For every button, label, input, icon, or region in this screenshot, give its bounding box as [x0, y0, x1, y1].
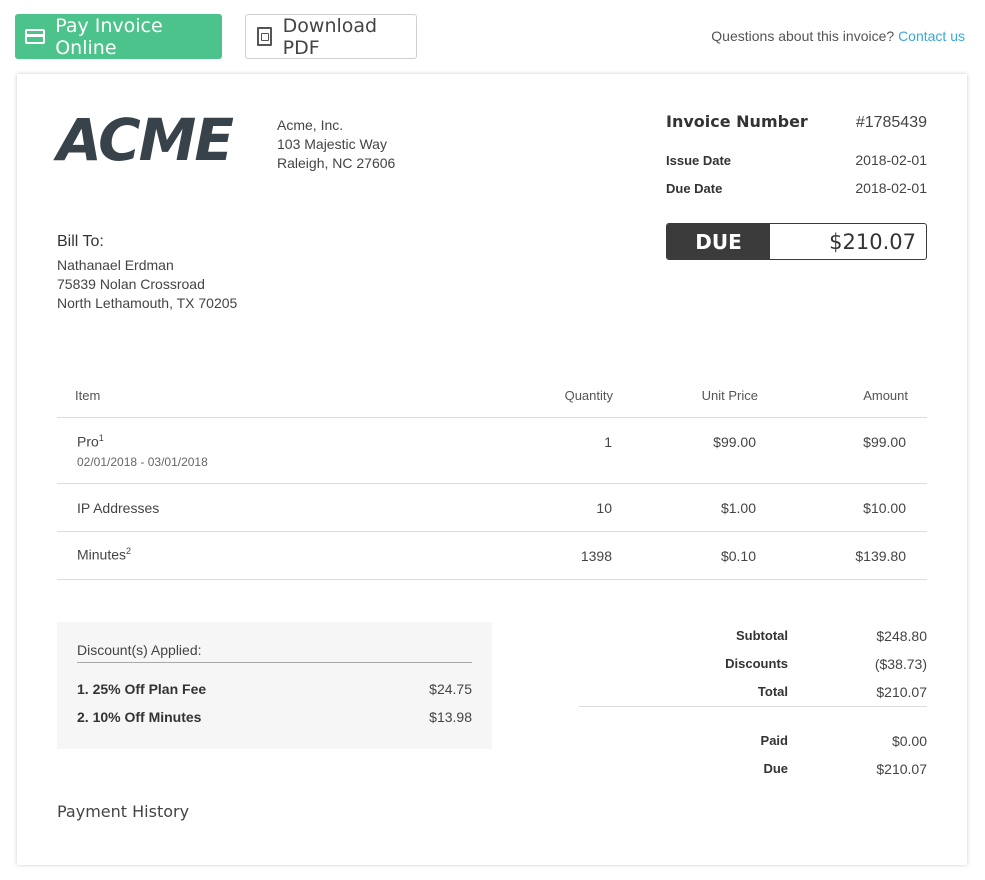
item-amount: $10.00 — [863, 500, 906, 516]
due-row: Due $210.07 — [579, 761, 927, 781]
company-address: Acme, Inc. 103 Majestic Way Raleigh, NC … — [277, 116, 395, 173]
item-period: 02/01/2018 - 03/01/2018 — [77, 454, 208, 469]
contact-us-link[interactable]: Contact us — [898, 28, 965, 44]
bill-to: Bill To: Nathanael Erdman 75839 Nolan Cr… — [57, 233, 237, 313]
due-label: Due — [763, 761, 788, 776]
discount-label: 1. 25% Off Plan Fee — [77, 681, 207, 697]
item-amount: $139.80 — [855, 548, 906, 564]
header-amount: Amount — [863, 388, 908, 403]
due-amount: $210.07 — [829, 229, 916, 254]
line-items-table: Item Quantity Unit Price Amount Pro1 02/… — [57, 380, 927, 580]
invoice-meta: Invoice Number #1785439 Issue Date 2018-… — [666, 112, 927, 200]
item-name: Minutes — [77, 546, 127, 563]
top-toolbar: Pay Invoice Online Download PDF Question… — [0, 0, 985, 70]
credit-card-icon — [25, 29, 46, 44]
subtotal-row: Subtotal $248.80 — [579, 628, 927, 648]
discount-row: 1. 25% Off Plan Fee $24.75 — [77, 681, 472, 697]
issue-date: 2018-02-01 — [855, 152, 927, 168]
bill-to-name: Nathanael Erdman — [57, 257, 174, 273]
discounts-row: Discounts ($38.73) — [579, 656, 927, 676]
item-name: Pro — [77, 433, 99, 450]
bill-to-address-line1: 75839 Nolan Crossroad — [57, 276, 205, 292]
subtotal-label: Subtotal — [736, 628, 788, 643]
payment-history-title: Payment History — [57, 802, 190, 821]
table-row: IP Addresses 10 $1.00 $10.00 — [57, 484, 927, 532]
header-unit-price: Unit Price — [701, 388, 758, 403]
bill-to-address-line2: North Lethamouth, TX 70205 — [57, 295, 238, 311]
totals-divider — [579, 706, 927, 707]
table-row: Pro1 02/01/2018 - 03/01/2018 1 $99.00 $9… — [57, 418, 927, 484]
item-unit-price: $99.00 — [713, 434, 756, 450]
pay-invoice-label: Pay Invoice Online — [55, 14, 163, 59]
discount-row: 2. 10% Off Minutes $13.98 — [77, 709, 472, 725]
item-cell: Pro1 02/01/2018 - 03/01/2018 — [77, 433, 208, 469]
table-header: Item Quantity Unit Price Amount — [57, 380, 927, 418]
paid-value: $0.00 — [891, 733, 927, 749]
table-row: Minutes2 1398 $0.10 $139.80 — [57, 532, 927, 580]
invoice-number: #1785439 — [855, 114, 927, 131]
due-value: $210.07 — [876, 761, 927, 777]
due-badge: DUE — [667, 224, 770, 259]
due-date-label: Due Date — [666, 181, 723, 196]
item-footnote: 2 — [126, 546, 132, 556]
item-amount: $99.00 — [863, 434, 906, 450]
bill-to-title: Bill To: — [57, 233, 104, 250]
paid-label: Paid — [760, 733, 788, 748]
company-address-line2: Raleigh, NC 27606 — [277, 155, 396, 171]
questions-text: Questions about this invoice? Contact us — [711, 28, 965, 44]
item-footnote: 1 — [98, 433, 104, 443]
item-name: IP Addresses — [77, 500, 160, 516]
amount-due-box: DUE $210.07 — [666, 223, 927, 260]
item-unit-price: $1.00 — [720, 500, 756, 516]
total-label: Total — [757, 684, 788, 699]
discount-value: $24.75 — [429, 681, 472, 697]
company-address-line1: 103 Majestic Way — [277, 136, 387, 152]
questions-label: Questions about this invoice? — [711, 28, 895, 44]
invoice-number-label: Invoice Number — [666, 112, 808, 131]
item-quantity: 1398 — [580, 548, 612, 564]
item-cell: Minutes2 — [77, 546, 131, 563]
issue-date-label: Issue Date — [666, 153, 732, 168]
invoice-card: ACME Acme, Inc. 103 Majestic Way Raleigh… — [17, 74, 967, 865]
total-value: $210.07 — [876, 684, 927, 700]
download-pdf-label: Download PDF — [282, 14, 378, 59]
header-item: Item — [75, 388, 101, 403]
discounts-title: Discount(s) Applied: — [77, 642, 472, 663]
item-quantity: 10 — [596, 500, 612, 516]
discounts-panel: Discount(s) Applied: 1. 25% Off Plan Fee… — [57, 622, 492, 749]
discount-value: $13.98 — [429, 709, 472, 725]
company-name: Acme, Inc. — [277, 117, 344, 133]
due-date: 2018-02-01 — [855, 180, 927, 196]
discounts-value: ($38.73) — [874, 656, 927, 672]
company-logo: ACME — [57, 106, 234, 174]
item-unit-price: $0.10 — [720, 548, 756, 564]
pay-invoice-button[interactable]: Pay Invoice Online — [15, 14, 222, 59]
subtotal-value: $248.80 — [876, 628, 927, 644]
paid-row: Paid $0.00 — [579, 733, 927, 753]
total-row: Total $210.07 — [579, 684, 927, 704]
pdf-file-icon — [257, 27, 272, 46]
download-pdf-button[interactable]: Download PDF — [245, 14, 417, 59]
discount-label: 2. 10% Off Minutes — [77, 709, 202, 725]
item-quantity: 1 — [604, 434, 612, 450]
discounts-label: Discounts — [725, 656, 788, 671]
header-quantity: Quantity — [564, 388, 613, 403]
